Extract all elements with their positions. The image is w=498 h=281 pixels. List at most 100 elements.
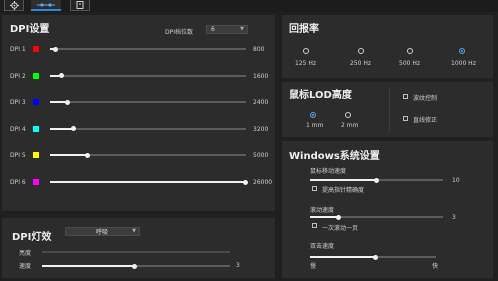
report-rate-radio[interactable] xyxy=(407,48,413,54)
dpi-slider[interactable] xyxy=(50,46,246,52)
gear-icon xyxy=(9,0,19,10)
info-tab[interactable] xyxy=(70,0,90,11)
report-rate-label: 1000 Hz xyxy=(451,60,476,67)
lod-option-label: 波纹控制 xyxy=(413,95,438,102)
dpi-row: DPI 3 2400 xyxy=(2,99,275,109)
report-rate-label: 500 Hz xyxy=(399,60,421,67)
dpi-row-label: DPI 3 xyxy=(10,99,26,107)
lod-option-label: 直线修正 xyxy=(413,117,438,124)
dpi-color-swatch[interactable] xyxy=(33,72,39,79)
windows-settings-panel: Windows系统设置 鼠标移动速度 10 提高指针精确度 滚动速度 3 一次滚… xyxy=(282,141,493,278)
light-speed-label: 速度 xyxy=(19,263,32,270)
dpi-row-value: 5000 xyxy=(253,152,269,160)
report-rate-radio[interactable] xyxy=(459,48,465,54)
slider-knob[interactable] xyxy=(374,177,379,183)
light-mode-select[interactable]: 呼吸 ▼ xyxy=(65,227,140,236)
double-click-fast: 快 xyxy=(432,263,439,270)
dpi-color-swatch[interactable] xyxy=(33,125,39,132)
dpi-slider[interactable] xyxy=(50,152,246,158)
slider-knob[interactable] xyxy=(243,179,248,185)
dpi-settings-panel: DPI设置 DPI档位数 6 ▼ DPI 1 800 DPI 2 1600 DPI 3 2… xyxy=(2,15,275,211)
dpi-levels-label: DPI档位数 xyxy=(165,29,194,36)
scroll-speed-value: 3 xyxy=(452,214,456,221)
dpi-color-swatch[interactable] xyxy=(33,152,39,159)
dpi-row-label: DPI 1 xyxy=(10,46,26,53)
slider-knob[interactable] xyxy=(336,214,341,220)
lod-panel: 鼠标LOD高度 1 mm 2 mm 波纹控制直线修正 xyxy=(282,82,493,137)
dpi-row: DPI 1 800 xyxy=(2,46,275,56)
chevron-down-icon: ▼ xyxy=(240,26,244,32)
light-speed-slider[interactable] xyxy=(42,263,230,269)
dpi-row-value: 3200 xyxy=(253,125,269,133)
scroll-speed-label: 滚动速度 xyxy=(310,207,335,214)
dpi-row-label: DPI 4 xyxy=(10,125,26,133)
scroll-page-label: 一次滚动一页 xyxy=(322,225,359,232)
windows-title: Windows系统设置 xyxy=(289,151,380,162)
pointer-speed-slider[interactable] xyxy=(310,177,443,183)
dpi-color-swatch[interactable] xyxy=(33,46,39,52)
brightness-slider[interactable] xyxy=(42,251,230,253)
dpi-row-value: 800 xyxy=(253,46,265,53)
report-rate-radio[interactable] xyxy=(358,48,364,54)
lod-title: 鼠标LOD高度 xyxy=(289,90,352,101)
pointer-precision-checkbox[interactable] xyxy=(312,186,317,191)
top-toolbar xyxy=(0,0,498,12)
slider-knob[interactable] xyxy=(65,99,70,105)
dpi-row: DPI 2 1600 xyxy=(2,72,275,83)
dpi-color-swatch[interactable] xyxy=(33,179,39,185)
light-speed-value: 3 xyxy=(236,262,240,269)
dpi-row-value: 1600 xyxy=(253,72,269,80)
dpi-row-value: 2400 xyxy=(253,99,269,107)
slider-knob[interactable] xyxy=(59,73,64,79)
dpi-levels-select[interactable]: 6 ▼ xyxy=(206,25,248,34)
dpi-light-panel: DPI灯效 呼吸 ▼ 亮度 速度 3 xyxy=(2,218,275,278)
dpi-title: DPI设置 xyxy=(10,24,50,35)
lod-option-checkbox[interactable] xyxy=(403,116,408,121)
dpi-levels-value: 6 xyxy=(211,26,215,33)
dpi-row: DPI 6 26000 xyxy=(2,179,275,189)
light-title: DPI灯效 xyxy=(12,232,52,243)
slider-knob[interactable] xyxy=(373,254,378,260)
lod-label: 2 mm xyxy=(341,122,359,129)
dpi-slider[interactable] xyxy=(50,73,246,79)
slider-knob[interactable] xyxy=(53,46,58,52)
dpi-row-label: DPI 5 xyxy=(10,152,26,160)
lod-radio[interactable] xyxy=(345,112,351,118)
pointer-speed-label: 鼠标移动速度 xyxy=(310,168,347,175)
dpi-slider[interactable] xyxy=(50,126,246,132)
brightness-label: 亮度 xyxy=(19,250,32,257)
report-rate-radio[interactable] xyxy=(303,48,309,54)
slider-knob[interactable] xyxy=(132,263,137,269)
pointer-precision-label: 提高指针精确度 xyxy=(322,187,365,194)
dpi-row-label: DPI 6 xyxy=(10,179,26,186)
scroll-page-checkbox[interactable] xyxy=(312,223,317,228)
report-rate-label: 125 Hz xyxy=(295,60,317,67)
report-title: 回报率 xyxy=(289,24,319,35)
dpi-slider[interactable] xyxy=(50,99,246,105)
chevron-down-icon: ▼ xyxy=(132,228,136,234)
report-rate-label: 250 Hz xyxy=(350,60,372,67)
dpi-slider[interactable] xyxy=(50,179,248,185)
light-mode-value: 呼吸 xyxy=(96,229,109,236)
scroll-speed-slider[interactable] xyxy=(310,214,443,220)
dpi-row: DPI 5 5000 xyxy=(2,152,275,162)
lod-option-checkbox[interactable] xyxy=(403,94,408,99)
slider-knob[interactable] xyxy=(85,152,90,158)
dpi-row-value: 26000 xyxy=(253,179,273,186)
settings-tab[interactable] xyxy=(4,0,24,11)
double-click-label: 双击速度 xyxy=(310,243,335,250)
document-icon xyxy=(76,1,84,9)
lod-radio[interactable] xyxy=(310,112,316,118)
lod-label: 1 mm xyxy=(306,122,324,129)
lod-divider xyxy=(389,88,390,132)
dpi-tab[interactable] xyxy=(31,0,61,11)
report-rate-panel: 回报率 125 Hz 250 Hz 500 Hz 1000 Hz xyxy=(282,15,493,78)
dpi-sliders-icon xyxy=(37,2,55,7)
dpi-row: DPI 4 3200 xyxy=(2,125,275,136)
slider-knob[interactable] xyxy=(71,126,76,132)
double-click-slow: 慢 xyxy=(310,263,317,270)
pointer-speed-value: 10 xyxy=(452,177,460,184)
dpi-row-label: DPI 2 xyxy=(10,72,26,80)
dpi-color-swatch[interactable] xyxy=(33,99,39,106)
double-click-slider[interactable] xyxy=(310,254,436,260)
